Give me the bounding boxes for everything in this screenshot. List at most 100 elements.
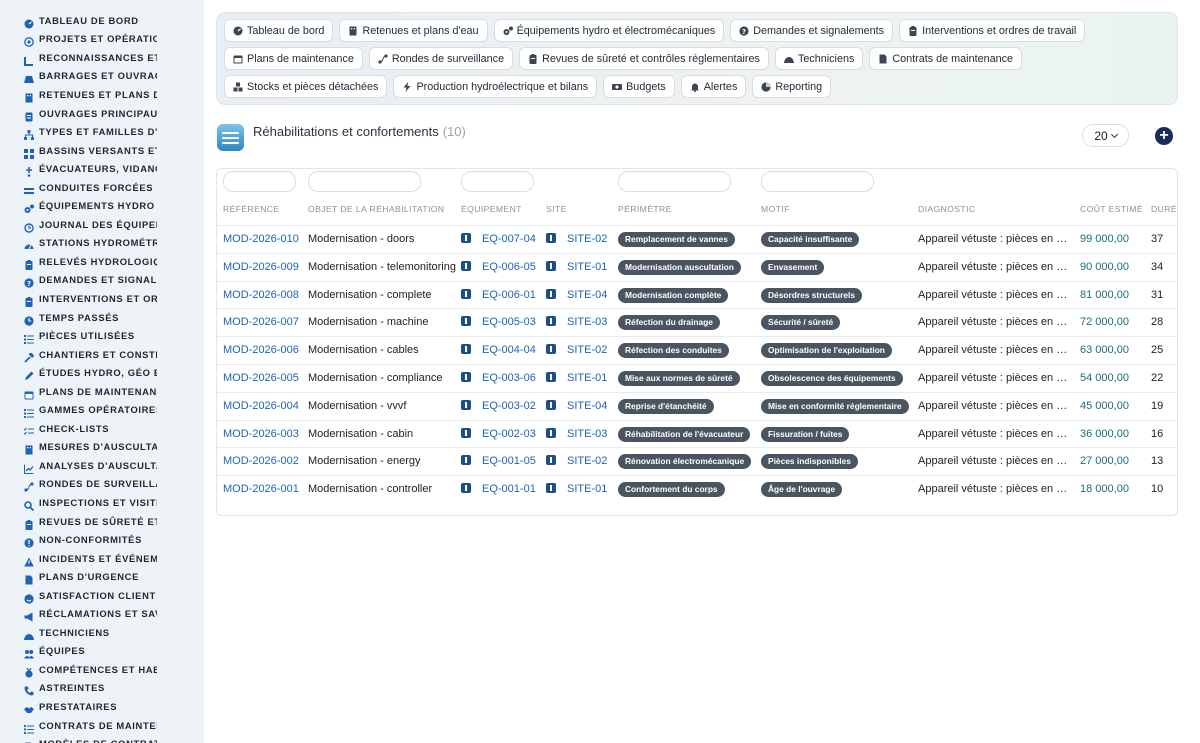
- sidebar-item[interactable]: Pièces utilisées: [0, 326, 204, 345]
- table-row[interactable]: MOD-2026-003 Modernisation - cabin EQ-002-…: [217, 419, 1177, 448]
- table-row[interactable]: MOD-2026-008 Modernisation - complete EQ-0…: [217, 280, 1177, 309]
- table-row[interactable]: MOD-2026-009 Modernisation - telemonitori…: [217, 252, 1177, 281]
- column-filter-input[interactable]: [461, 171, 534, 192]
- table-row[interactable]: MOD-2026-005 Modernisation - compliance EQ…: [217, 364, 1177, 392]
- site-cell[interactable]: SITE-03: [546, 427, 607, 440]
- sidebar-item[interactable]: Chantiers et constructions: [0, 345, 204, 364]
- reference-link[interactable]: MOD-2026-007: [223, 316, 299, 328]
- table-row[interactable]: MOD-2026-004 Modernisation - vvvf EQ-003-0…: [217, 391, 1177, 420]
- column-filter-input[interactable]: [618, 171, 731, 192]
- reference-link[interactable]: MOD-2026-005: [223, 372, 299, 384]
- module-tab[interactable]: Stocks et pièces détachées: [224, 75, 388, 98]
- module-tab[interactable]: Rondes de surveillance: [368, 47, 514, 70]
- table-row[interactable]: MOD-2026-010 Modernisation - doors EQ-007-…: [217, 225, 1177, 253]
- sidebar-item[interactable]: Check-lists: [0, 419, 204, 438]
- sidebar-item[interactable]: Types et familles d'ouvrages: [0, 122, 204, 141]
- module-tab[interactable]: Reporting: [752, 75, 832, 98]
- equipment-cell[interactable]: EQ-007-04: [461, 233, 536, 245]
- sidebar-item[interactable]: Satisfaction client: [0, 586, 204, 605]
- column-filter-input[interactable]: [308, 171, 421, 192]
- module-tab[interactable]: Équipements hydro et électromécaniques: [493, 19, 725, 42]
- sidebar-item[interactable]: Barrages et ouvrages: [0, 67, 204, 86]
- sidebar-item[interactable]: Modèles de contrats: [0, 734, 204, 743]
- module-tab[interactable]: Retenues et plans d'eau: [339, 19, 488, 42]
- sidebar-item[interactable]: Inspections et visites: [0, 493, 204, 512]
- equipment-link[interactable]: EQ-001-01: [482, 483, 536, 495]
- sidebar-item[interactable]: Tableau de bord: [0, 11, 204, 30]
- module-tab[interactable]: Interventions et ordres de travail: [899, 19, 1086, 42]
- column-header[interactable]: Objet de la réhabilitation: [308, 204, 444, 214]
- site-cell[interactable]: SITE-04: [546, 399, 607, 412]
- equipment-link[interactable]: EQ-005-03: [482, 316, 536, 328]
- sidebar-item[interactable]: Conduites forcées et galeries: [0, 178, 204, 197]
- site-cell[interactable]: SITE-02: [546, 233, 607, 245]
- equipment-cell[interactable]: EQ-005-03: [461, 316, 536, 328]
- module-tab[interactable]: Budgets: [603, 75, 675, 98]
- sidebar-item[interactable]: Plans d'urgence: [0, 567, 204, 586]
- site-cell[interactable]: SITE-02: [546, 455, 607, 467]
- add-button[interactable]: +: [1155, 127, 1173, 145]
- equipment-cell[interactable]: EQ-004-04: [461, 344, 536, 356]
- site-cell[interactable]: SITE-01: [546, 483, 607, 495]
- sidebar-item[interactable]: Retenues et plans d'eau: [0, 85, 204, 104]
- table-row[interactable]: MOD-2026-002 Modernisation - energy EQ-001…: [217, 447, 1177, 475]
- site-link[interactable]: SITE-04: [567, 289, 607, 301]
- equipment-link[interactable]: EQ-006-01: [482, 289, 536, 301]
- sidebar-item[interactable]: Mesures d'auscultation: [0, 438, 204, 457]
- site-cell[interactable]: SITE-01: [546, 260, 607, 273]
- site-link[interactable]: SITE-03: [567, 316, 607, 328]
- reference-link[interactable]: MOD-2026-006: [223, 344, 299, 356]
- reference-link[interactable]: MOD-2026-003: [223, 428, 299, 440]
- per-page-select[interactable]: 20: [1082, 124, 1129, 147]
- equipment-link[interactable]: EQ-001-05: [482, 455, 536, 467]
- sidebar-item[interactable]: Journal des équipements: [0, 215, 204, 234]
- equipment-link[interactable]: EQ-002-03: [482, 428, 536, 440]
- site-cell[interactable]: SITE-02: [546, 344, 607, 356]
- module-tab[interactable]: Alertes: [680, 75, 747, 98]
- module-tab[interactable]: Production hydroélectrique et bilans: [393, 75, 598, 98]
- site-cell[interactable]: SITE-01: [546, 372, 607, 384]
- equipment-link[interactable]: EQ-004-04: [482, 344, 536, 356]
- site-link[interactable]: SITE-02: [567, 233, 607, 245]
- module-tab[interactable]: Plans de maintenance: [224, 47, 363, 70]
- sidebar-item[interactable]: Astreintes: [0, 679, 204, 698]
- column-header[interactable]: Diagnostic: [918, 204, 975, 214]
- reference-link[interactable]: MOD-2026-008: [223, 289, 299, 301]
- column-filter-input[interactable]: [761, 171, 874, 192]
- site-link[interactable]: SITE-01: [567, 483, 607, 495]
- module-tab[interactable]: ? Demandes et signalements: [730, 19, 894, 42]
- column-header[interactable]: Site: [546, 204, 567, 214]
- sidebar-item[interactable]: ? Demandes et signalements: [0, 271, 204, 290]
- site-link[interactable]: SITE-02: [567, 455, 607, 467]
- sidebar-item[interactable]: Évacuateurs, vidanges: [0, 159, 204, 178]
- equipment-cell[interactable]: EQ-006-05: [461, 260, 536, 273]
- sidebar-item[interactable]: Stations hydrométriques: [0, 234, 204, 253]
- column-header[interactable]: Motif: [761, 204, 790, 214]
- sidebar-item[interactable]: Techniciens: [0, 623, 204, 642]
- equipment-cell[interactable]: EQ-001-01: [461, 483, 536, 495]
- site-link[interactable]: SITE-01: [567, 261, 607, 273]
- sidebar-item[interactable]: Rondes de surveillance: [0, 475, 204, 494]
- sidebar-item[interactable]: Gammes opératoires: [0, 400, 204, 419]
- equipment-cell[interactable]: EQ-003-02: [461, 399, 536, 412]
- sidebar-item[interactable]: Incidents et événements: [0, 549, 204, 568]
- table-row[interactable]: MOD-2026-001 Modernisation - controller EQ…: [217, 475, 1177, 503]
- site-link[interactable]: SITE-02: [567, 344, 607, 356]
- table-row[interactable]: MOD-2026-006 Modernisation - cables EQ-004…: [217, 336, 1177, 364]
- sidebar-item[interactable]: Études hydro, géo et structure: [0, 363, 204, 382]
- column-header[interactable]: Équipement: [461, 204, 522, 214]
- reference-link[interactable]: MOD-2026-004: [223, 400, 299, 412]
- sidebar-item[interactable]: Revues de sûreté et contrôles: [0, 512, 204, 531]
- sidebar-item[interactable]: Relevés hydrologiques: [0, 252, 204, 271]
- reference-link[interactable]: MOD-2026-002: [223, 455, 299, 467]
- reference-link[interactable]: MOD-2026-010: [223, 233, 299, 245]
- sidebar-item[interactable]: Projets et opérations: [0, 30, 204, 49]
- equipment-link[interactable]: EQ-007-04: [482, 233, 536, 245]
- sidebar-item[interactable]: Interventions et ordres de travail: [0, 289, 204, 308]
- sidebar-item[interactable]: Plans de maintenance: [0, 382, 204, 401]
- module-tab[interactable]: Techniciens: [774, 47, 864, 70]
- sidebar-item[interactable]: Temps passés: [0, 308, 204, 327]
- sidebar-item[interactable]: Non-conformités: [0, 530, 204, 549]
- sidebar-item[interactable]: Prestataires: [0, 697, 204, 716]
- sidebar-item[interactable]: Réclamations et SAV: [0, 605, 204, 624]
